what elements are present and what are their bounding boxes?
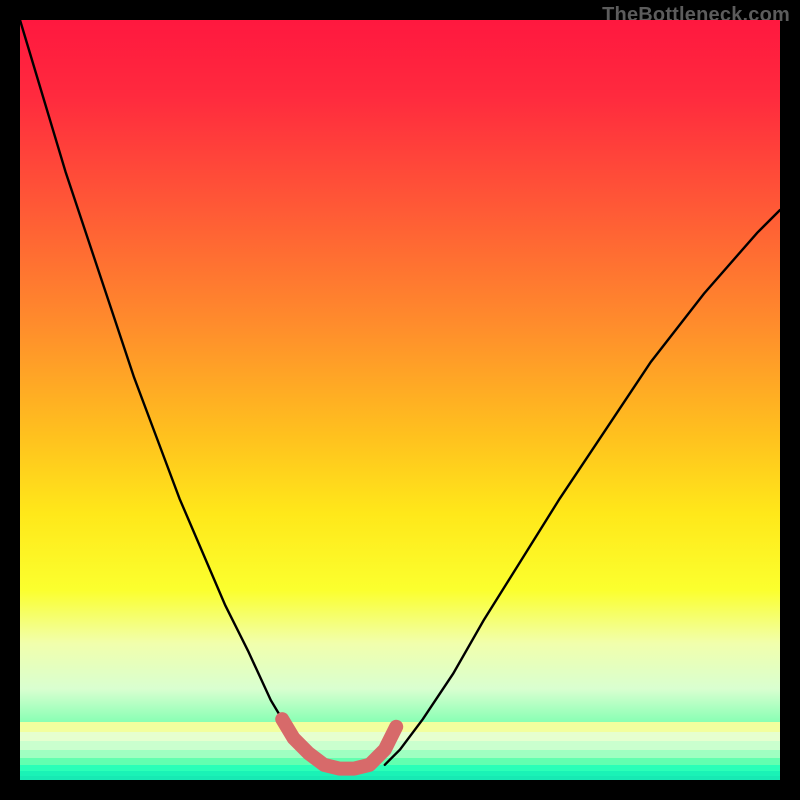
plot-area [20, 20, 780, 780]
chart-frame: TheBottleneck.com [0, 0, 800, 800]
right-curve [385, 210, 780, 765]
optimal-marker [282, 719, 396, 768]
left-curve [20, 20, 324, 765]
curves-svg [20, 20, 780, 780]
